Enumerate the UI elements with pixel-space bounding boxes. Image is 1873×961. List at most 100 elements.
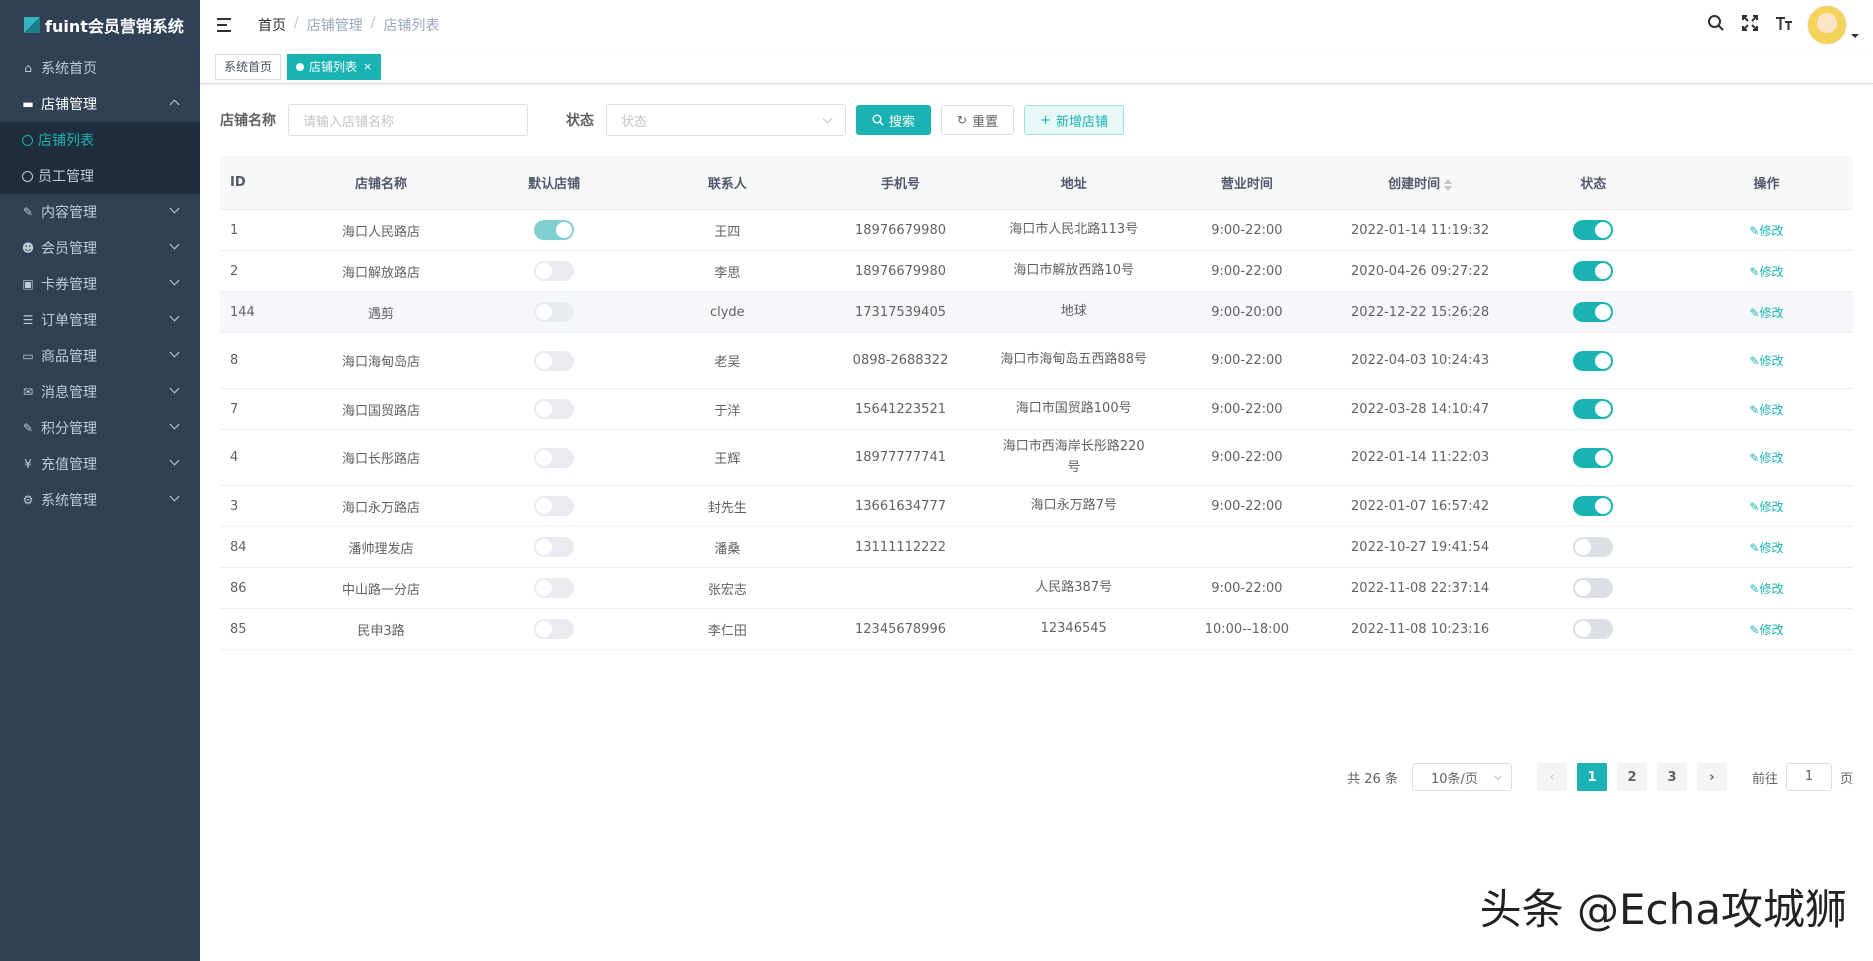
page-button-2[interactable]: 2 <box>1616 763 1647 791</box>
default-store-switch[interactable] <box>534 619 575 639</box>
sidebar-item-2[interactable]: ✎ 内容管理 <box>0 194 200 230</box>
edit-button[interactable]: ✎修改 <box>1749 265 1783 279</box>
cell-contact: 王辉 <box>714 452 741 467</box>
circle-icon <box>22 134 33 146</box>
submenu-item-1[interactable]: 员工管理 <box>0 158 200 194</box>
status-switch[interactable] <box>1573 220 1614 240</box>
breadcrumb-item[interactable]: 首页 <box>258 15 286 35</box>
default-store-switch[interactable] <box>534 496 575 516</box>
goto-page-input[interactable]: 1 <box>1785 763 1832 791</box>
status-switch[interactable] <box>1573 302 1614 322</box>
cell-address: 海口市西海岸长彤路220号 <box>1002 438 1145 475</box>
page-button-3[interactable]: 3 <box>1656 763 1687 791</box>
status-select[interactable]: 状态 <box>606 104 846 136</box>
fullscreen-icon[interactable] <box>1733 14 1767 37</box>
prev-page-button[interactable]: ‹ <box>1536 763 1567 791</box>
column-header: 联系人 <box>707 177 747 192</box>
column-header[interactable]: 创建时间 <box>1333 173 1506 192</box>
cell-hours: 10:00--18:00 <box>1204 621 1290 637</box>
status-switch[interactable] <box>1573 447 1614 468</box>
default-store-switch[interactable] <box>534 578 575 598</box>
cell-actions: ✎修改 <box>1680 304 1853 321</box>
edit-icon: ✎ <box>1749 622 1760 637</box>
chevron-down-icon <box>1493 771 1503 781</box>
status-switch[interactable] <box>1573 578 1614 598</box>
sidebar-item-1[interactable]: ▬ 店铺管理 <box>0 86 200 122</box>
edit-button[interactable]: ✎修改 <box>1749 403 1783 417</box>
chevron-icon <box>169 239 180 250</box>
tab-tag-label: 系统首页 <box>224 60 273 74</box>
cell-default <box>468 537 641 557</box>
submenu-item-0[interactable]: 店铺列表 <box>0 122 200 158</box>
font-size-icon[interactable] <box>1767 14 1801 37</box>
sidebar-item-label: 内容管理 <box>41 205 97 221</box>
edit-button[interactable]: ✎修改 <box>1749 224 1783 238</box>
cell-default <box>468 619 641 639</box>
caret-down-icon[interactable] <box>1851 34 1859 38</box>
logo[interactable]: fuint会员营销系统 <box>0 0 200 50</box>
tab-tag[interactable]: 系统首页 <box>215 53 282 80</box>
column-header: 默认店铺 <box>528 177 581 192</box>
cell-phone: 13661634777 <box>855 498 946 514</box>
sidebar-item-6[interactable]: ▭ 商品管理 <box>0 338 200 374</box>
page-button-1[interactable]: 1 <box>1576 763 1607 791</box>
default-store-switch[interactable] <box>534 537 575 557</box>
close-icon[interactable]: × <box>363 60 372 73</box>
status-switch[interactable] <box>1573 261 1614 281</box>
edit-button[interactable]: ✎修改 <box>1749 354 1783 368</box>
store-name-input[interactable]: 请输入店铺名称 <box>288 104 528 136</box>
default-store-switch[interactable] <box>534 220 575 240</box>
cell-phone: 12345678996 <box>855 621 946 637</box>
main-area: 首页 / 店铺管理 / 店铺列表 系统首页 店铺列表 × 店铺名称 请输入店铺名称 <box>200 0 1873 961</box>
default-store-switch[interactable] <box>534 350 575 371</box>
status-switch[interactable] <box>1573 537 1614 557</box>
cell-created: 2022-12-22 15:26:28 <box>1351 304 1490 320</box>
sidebar-item-4[interactable]: ▣ 卡券管理 <box>0 266 200 302</box>
default-store-switch[interactable] <box>534 399 575 419</box>
cell-status <box>1507 496 1680 516</box>
add-store-button[interactable]: + 新增店铺 <box>1024 105 1125 135</box>
cell-contact: 老吴 <box>714 355 741 370</box>
default-store-switch[interactable] <box>534 447 575 468</box>
sidebar-item-0[interactable]: ⌂ 系统首页 <box>0 50 200 86</box>
cell-created: 2022-01-07 16:57:42 <box>1351 498 1490 514</box>
default-store-switch[interactable] <box>534 261 575 281</box>
status-switch[interactable] <box>1573 350 1614 371</box>
cell-phone: 13111112222 <box>855 539 946 555</box>
cell-phone: 15641223521 <box>855 401 946 417</box>
search-button[interactable]: 搜索 <box>856 105 932 135</box>
hamburger-icon[interactable] <box>217 18 233 32</box>
edit-button[interactable]: ✎修改 <box>1749 541 1783 555</box>
cell-id: 2 <box>230 263 239 279</box>
sidebar-item-label: 充值管理 <box>41 457 97 473</box>
switch-knob <box>1595 352 1612 369</box>
status-switch[interactable] <box>1573 496 1614 516</box>
status-switch[interactable] <box>1573 619 1614 639</box>
sidebar-item-7[interactable]: ✉ 消息管理 <box>0 374 200 410</box>
breadcrumb-item[interactable]: 店铺管理 <box>307 15 363 35</box>
cell-default <box>468 350 641 371</box>
page-size-select[interactable]: 10条/页 <box>1411 763 1512 791</box>
search-icon[interactable] <box>1699 14 1733 37</box>
cart-icon: ▬ <box>22 97 34 111</box>
reset-button[interactable]: ↻ 重置 <box>941 105 1015 135</box>
dashboard-icon: ⌂ <box>24 61 32 75</box>
next-page-button[interactable]: › <box>1696 763 1727 791</box>
sidebar-item-3[interactable]: ☻ 会员管理 <box>0 230 200 266</box>
status-switch[interactable] <box>1573 399 1614 419</box>
tab-tag[interactable]: 店铺列表 × <box>287 53 382 80</box>
default-store-switch[interactable] <box>534 302 575 322</box>
chevron-icon <box>169 99 180 110</box>
edit-button[interactable]: ✎修改 <box>1749 306 1783 320</box>
edit-button[interactable]: ✎修改 <box>1749 451 1783 465</box>
edit-button[interactable]: ✎修改 <box>1749 500 1783 514</box>
sort-icon[interactable] <box>1444 178 1453 191</box>
sidebar-item-8[interactable]: ✎ 积分管理 <box>0 410 200 446</box>
sidebar-item-5[interactable]: ☰ 订单管理 <box>0 302 200 338</box>
edit-button[interactable]: ✎修改 <box>1749 623 1783 637</box>
sidebar-item-10[interactable]: ⚙ 系统管理 <box>0 482 200 518</box>
cell-created: 2022-11-08 22:37:14 <box>1351 580 1490 596</box>
sidebar-item-9[interactable]: ¥ 充值管理 <box>0 446 200 482</box>
edit-button[interactable]: ✎修改 <box>1749 582 1783 596</box>
user-avatar[interactable] <box>1807 5 1847 45</box>
